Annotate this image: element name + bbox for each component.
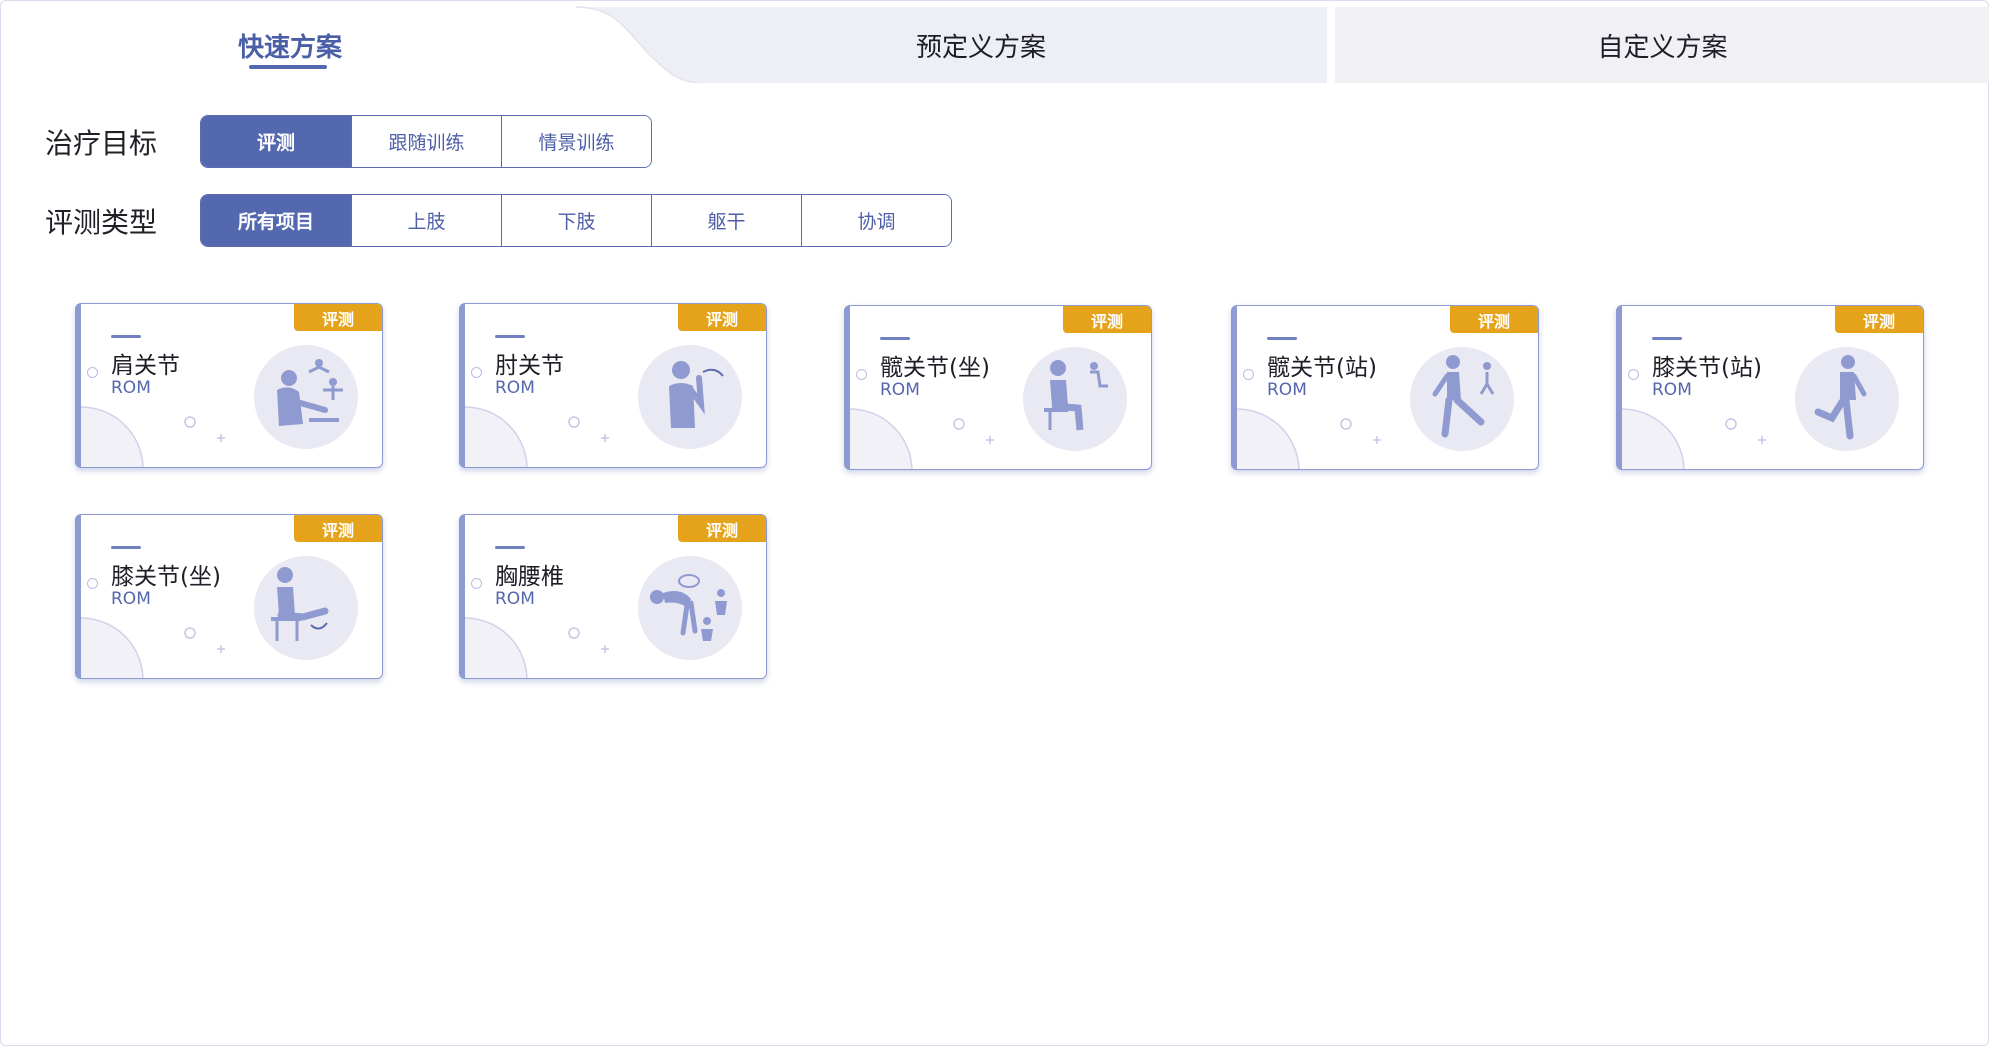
assessment-card-thoracolumbar[interactable]: 评测 胸腰椎 ROM — [459, 514, 767, 679]
card-badge: 评测 — [294, 304, 382, 331]
assessment-type-button-group: 所有项目 上肢 下肢 躯干 协调 — [200, 194, 952, 247]
card-title: 肩关节 — [111, 353, 180, 379]
shoulder-exercise-figure-icon — [253, 344, 359, 450]
card-subtitle: ROM — [495, 589, 535, 609]
card-badge: 评测 — [678, 515, 766, 542]
card-subtitle: ROM — [1652, 380, 1692, 400]
card-title: 膝关节(坐) — [111, 564, 221, 590]
quick-plan-page: 快速方案 预定义方案 自定义方案 治疗目标 评测 跟随训练 情景训练 评测类型 … — [0, 0, 1989, 1046]
assessment-card-knee-standing[interactable]: 评测 膝关节(站) ROM — [1616, 305, 1924, 470]
assessment-card-hip-seated[interactable]: 评测 髋关节(坐) ROM — [844, 305, 1152, 470]
active-tab-indicator — [249, 65, 327, 69]
elbow-exercise-figure-icon — [637, 344, 743, 450]
card-badge: 评测 — [1835, 306, 1923, 333]
card-subtitle: ROM — [111, 589, 151, 609]
hip-seated-figure-icon — [1022, 346, 1128, 452]
treatment-goal-label: 治疗目标 — [45, 126, 158, 160]
card-badge: 评测 — [294, 515, 382, 542]
card-title: 髋关节(站) — [1267, 355, 1377, 381]
tab-predefined-plan[interactable]: 预定义方案 — [621, 7, 1341, 83]
goal-option-follow-training[interactable]: 跟随训练 — [351, 116, 501, 167]
assessment-card-hip-standing[interactable]: 评测 髋关节(站) ROM — [1231, 305, 1539, 470]
card-title: 胸腰椎 — [495, 564, 564, 590]
card-subtitle: ROM — [495, 378, 535, 398]
hip-standing-figure-icon — [1409, 346, 1515, 452]
assessment-card-elbow[interactable]: 评测 肘关节 ROM — [459, 303, 767, 468]
knee-seated-figure-icon — [253, 555, 359, 661]
card-title: 髋关节(坐) — [880, 355, 990, 381]
card-badge: 评测 — [1450, 306, 1538, 333]
thoracolumbar-spine-figure-icon — [637, 555, 743, 661]
type-option-upper-limb[interactable]: 上肢 — [351, 195, 501, 246]
treatment-goal-filter: 治疗目标 评测 跟随训练 情景训练 — [45, 115, 652, 168]
card-subtitle: ROM — [1267, 380, 1307, 400]
type-option-all[interactable]: 所有项目 — [201, 195, 351, 246]
type-option-coordination[interactable]: 协调 — [801, 195, 951, 246]
card-badge: 评测 — [678, 304, 766, 331]
card-badge: 评测 — [1063, 306, 1151, 333]
goal-option-scenario-training[interactable]: 情景训练 — [501, 116, 651, 167]
card-subtitle: ROM — [111, 378, 151, 398]
type-option-lower-limb[interactable]: 下肢 — [501, 195, 651, 246]
goal-option-assessment[interactable]: 评测 — [201, 116, 351, 167]
treatment-goal-button-group: 评测 跟随训练 情景训练 — [200, 115, 652, 168]
plan-tab-bar: 快速方案 预定义方案 自定义方案 — [1, 1, 1989, 83]
card-title: 肘关节 — [495, 353, 564, 379]
tab-custom-plan[interactable]: 自定义方案 — [1335, 7, 1989, 83]
knee-standing-figure-icon — [1794, 346, 1900, 452]
card-subtitle: ROM — [880, 380, 920, 400]
card-title: 膝关节(站) — [1652, 355, 1762, 381]
assessment-card-knee-seated[interactable]: 评测 膝关节(坐) ROM — [75, 514, 383, 679]
assessment-card-shoulder[interactable]: 评测 肩关节 ROM — [75, 303, 383, 468]
assessment-type-filter: 评测类型 所有项目 上肢 下肢 躯干 协调 — [45, 194, 952, 247]
type-option-trunk[interactable]: 躯干 — [651, 195, 801, 246]
tab-quick-plan[interactable]: 快速方案 — [1, 7, 579, 83]
assessment-type-label: 评测类型 — [45, 205, 158, 239]
